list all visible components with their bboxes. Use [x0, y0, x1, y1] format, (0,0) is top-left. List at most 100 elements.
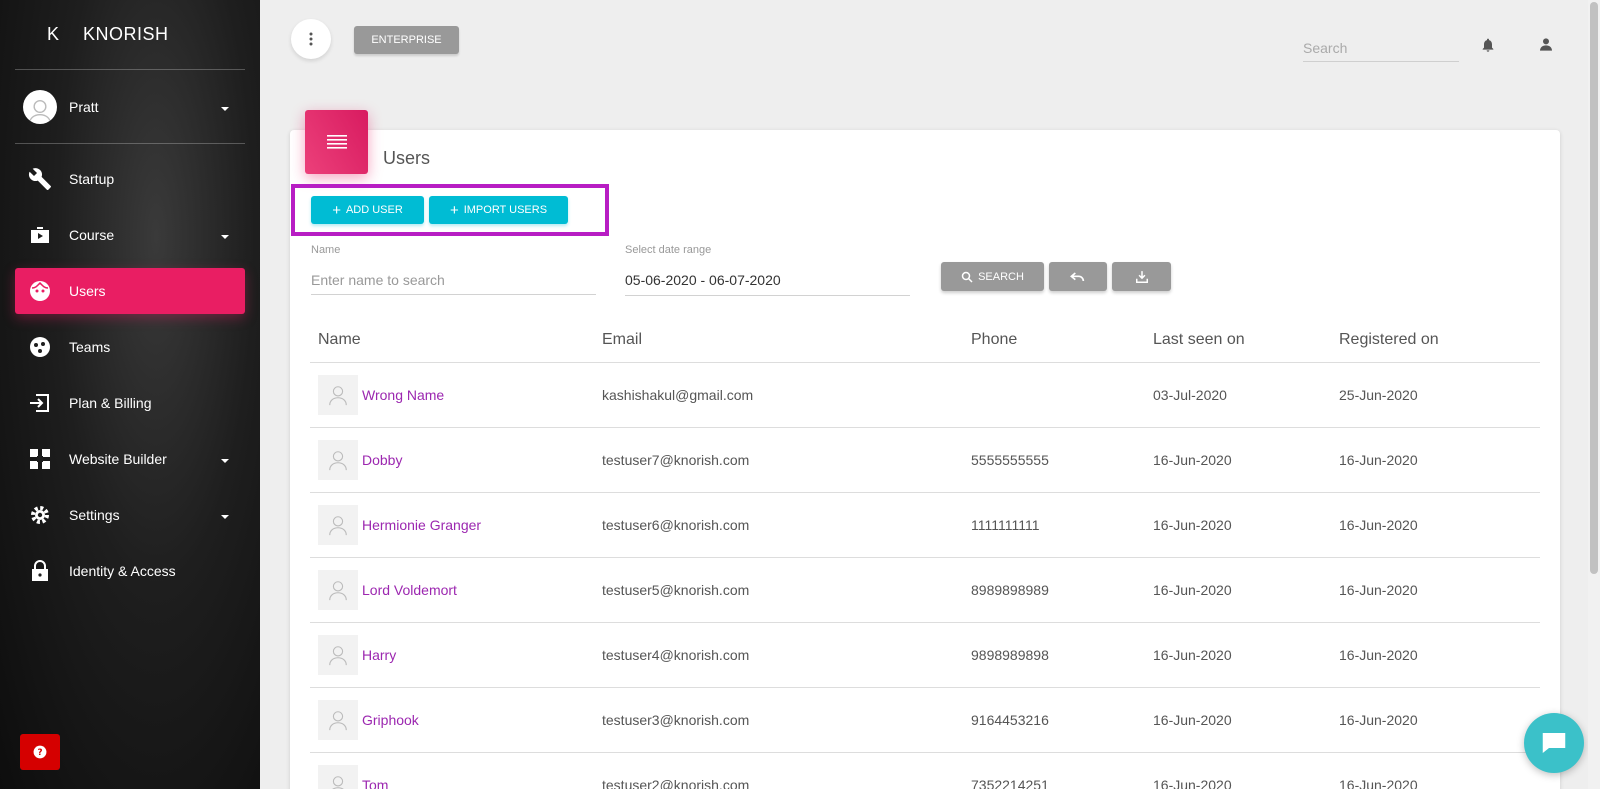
user-email: kashishakul@gmail.com: [602, 387, 754, 403]
user-name: Pratt: [69, 98, 99, 115]
chevron-down-icon: [221, 106, 229, 111]
name-label: Name: [311, 244, 341, 256]
table-row[interactable]: Griphook testuser3@knorish.com 916445321…: [310, 688, 1540, 753]
user-name-link[interactable]: Dobby: [362, 452, 402, 468]
user-avatar-icon: [318, 635, 358, 675]
user-name-link[interactable]: Wrong Name: [362, 387, 444, 403]
brand[interactable]: K KNORISH: [15, 0, 245, 70]
sidebar-item-identity-access[interactable]: Identity & Access: [15, 548, 245, 594]
user-phone: 8989898989: [971, 582, 1049, 598]
person-icon[interactable]: [1538, 36, 1554, 57]
search-button[interactable]: SEARCH: [941, 262, 1044, 291]
scrollbar[interactable]: [1588, 0, 1600, 789]
user-registered: 16-Jun-2020: [1339, 582, 1418, 598]
column-header-registered[interactable]: Registered on: [1339, 331, 1539, 349]
download-icon: [1135, 270, 1148, 283]
help-button[interactable]: ?: [20, 734, 60, 770]
user-email: testuser6@knorish.com: [602, 517, 750, 533]
add-user-button[interactable]: + ADD USER: [311, 196, 424, 224]
user-avatar-icon: [318, 700, 358, 740]
user-last-seen: 16-Jun-2020: [1153, 647, 1232, 663]
sidebar-item-course[interactable]: Course: [15, 212, 245, 258]
table-header: Name Email Phone Last seen on Registered…: [310, 318, 1540, 363]
user-avatar-icon: [318, 765, 358, 789]
download-button[interactable]: [1112, 262, 1171, 291]
user-avatar-icon: [318, 505, 358, 545]
help-icon: ?: [33, 745, 47, 759]
user-phone: 1111111111: [971, 517, 1040, 533]
chevron-down-icon: [221, 515, 229, 519]
sidebar-item-label: Startup: [69, 171, 115, 187]
bell-icon[interactable]: [1480, 36, 1496, 59]
sidebar-item-settings[interactable]: Settings: [15, 492, 245, 538]
brand-name: KNORISH: [83, 24, 169, 44]
date-range-label: Select date range: [625, 244, 712, 256]
user-name-link[interactable]: Tom: [362, 777, 388, 789]
user-last-seen: 16-Jun-2020: [1153, 777, 1232, 789]
lock-icon: [27, 558, 53, 584]
plus-icon: +: [332, 201, 341, 219]
user-last-seen: 16-Jun-2020: [1153, 582, 1232, 598]
search-input[interactable]: [1303, 34, 1459, 62]
scroll-thumb[interactable]: [1590, 2, 1598, 574]
user-icon: [28, 99, 52, 124]
plus-icon: +: [449, 201, 459, 219]
user-avatar-icon: [318, 570, 358, 610]
user-name-link[interactable]: Hermionie Granger: [362, 517, 481, 533]
face-icon: [27, 278, 53, 304]
more-vert-icon: [309, 32, 313, 46]
user-name-link[interactable]: Harry: [362, 647, 396, 663]
users-table: Name Email Phone Last seen on Registered…: [310, 318, 1540, 789]
user-menu[interactable]: Pratt: [15, 70, 245, 144]
plan-badge-button[interactable]: ENTERPRISE: [354, 26, 459, 54]
name-search-input[interactable]: [311, 265, 596, 295]
user-phone: 5555555555: [971, 452, 1049, 468]
user-phone: 9898989898: [971, 647, 1049, 663]
sidebar: K KNORISH Pratt Startup Course Users Tea…: [0, 0, 260, 789]
column-header-name[interactable]: Name: [310, 331, 602, 349]
briefcase-icon: [27, 222, 53, 248]
user-name-link[interactable]: Lord Voldemort: [362, 582, 457, 598]
reset-button[interactable]: [1049, 262, 1107, 291]
more-menu-button[interactable]: [291, 19, 331, 59]
column-header-last-seen[interactable]: Last seen on: [1153, 331, 1339, 349]
exit-icon: [27, 390, 53, 416]
chevron-down-icon: [221, 235, 229, 239]
sidebar-nav: Startup Course Users Teams Plan & Billin…: [0, 156, 260, 594]
table-row[interactable]: Lord Voldemort testuser5@knorish.com 898…: [310, 558, 1540, 623]
list-icon: [305, 110, 368, 174]
user-avatar-icon: [318, 375, 358, 415]
user-registered: 16-Jun-2020: [1339, 777, 1418, 789]
table-row[interactable]: Hermionie Granger testuser6@knorish.com …: [310, 493, 1540, 558]
user-last-seen: 16-Jun-2020: [1153, 712, 1232, 728]
avatar: [23, 89, 57, 124]
table-row[interactable]: Wrong Name kashishakul@gmail.com 03-Jul-…: [310, 363, 1540, 428]
sidebar-item-teams[interactable]: Teams: [15, 324, 245, 370]
chevron-down-icon: [221, 459, 229, 463]
sidebar-item-users[interactable]: Users: [15, 268, 245, 314]
date-range-input[interactable]: 05-06-2020 - 06-07-2020: [625, 272, 781, 288]
column-header-phone[interactable]: Phone: [971, 331, 1153, 349]
table-row[interactable]: Harry testuser4@knorish.com 9898989898 1…: [310, 623, 1540, 688]
sidebar-item-startup[interactable]: Startup: [15, 156, 245, 202]
import-users-button[interactable]: + IMPORT USERS: [429, 196, 568, 224]
chat-button[interactable]: [1524, 713, 1584, 773]
user-last-seen: 16-Jun-2020: [1153, 517, 1232, 533]
user-name-link[interactable]: Griphook: [362, 712, 419, 728]
user-last-seen: 16-Jun-2020: [1153, 452, 1232, 468]
search-icon: [961, 271, 973, 283]
brand-mini: K: [47, 24, 60, 44]
table-row[interactable]: Dobby testuser7@knorish.com 5555555555 1…: [310, 428, 1540, 493]
sidebar-item-label: Course: [69, 227, 115, 243]
user-email: testuser7@knorish.com: [602, 452, 750, 468]
user-email: testuser5@knorish.com: [602, 582, 750, 598]
table-row[interactable]: Tom testuser2@knorish.com 7352214251 16-…: [310, 753, 1540, 789]
sidebar-item-plan-billing[interactable]: Plan & Billing: [15, 380, 245, 426]
wrench-icon: [27, 166, 53, 192]
team-icon: [27, 334, 53, 360]
sidebar-item-website-builder[interactable]: Website Builder: [15, 436, 245, 482]
column-header-email[interactable]: Email: [602, 331, 971, 349]
user-registered: 16-Jun-2020: [1339, 517, 1418, 533]
chat-icon: [1542, 733, 1566, 753]
svg-text:?: ?: [37, 748, 42, 758]
